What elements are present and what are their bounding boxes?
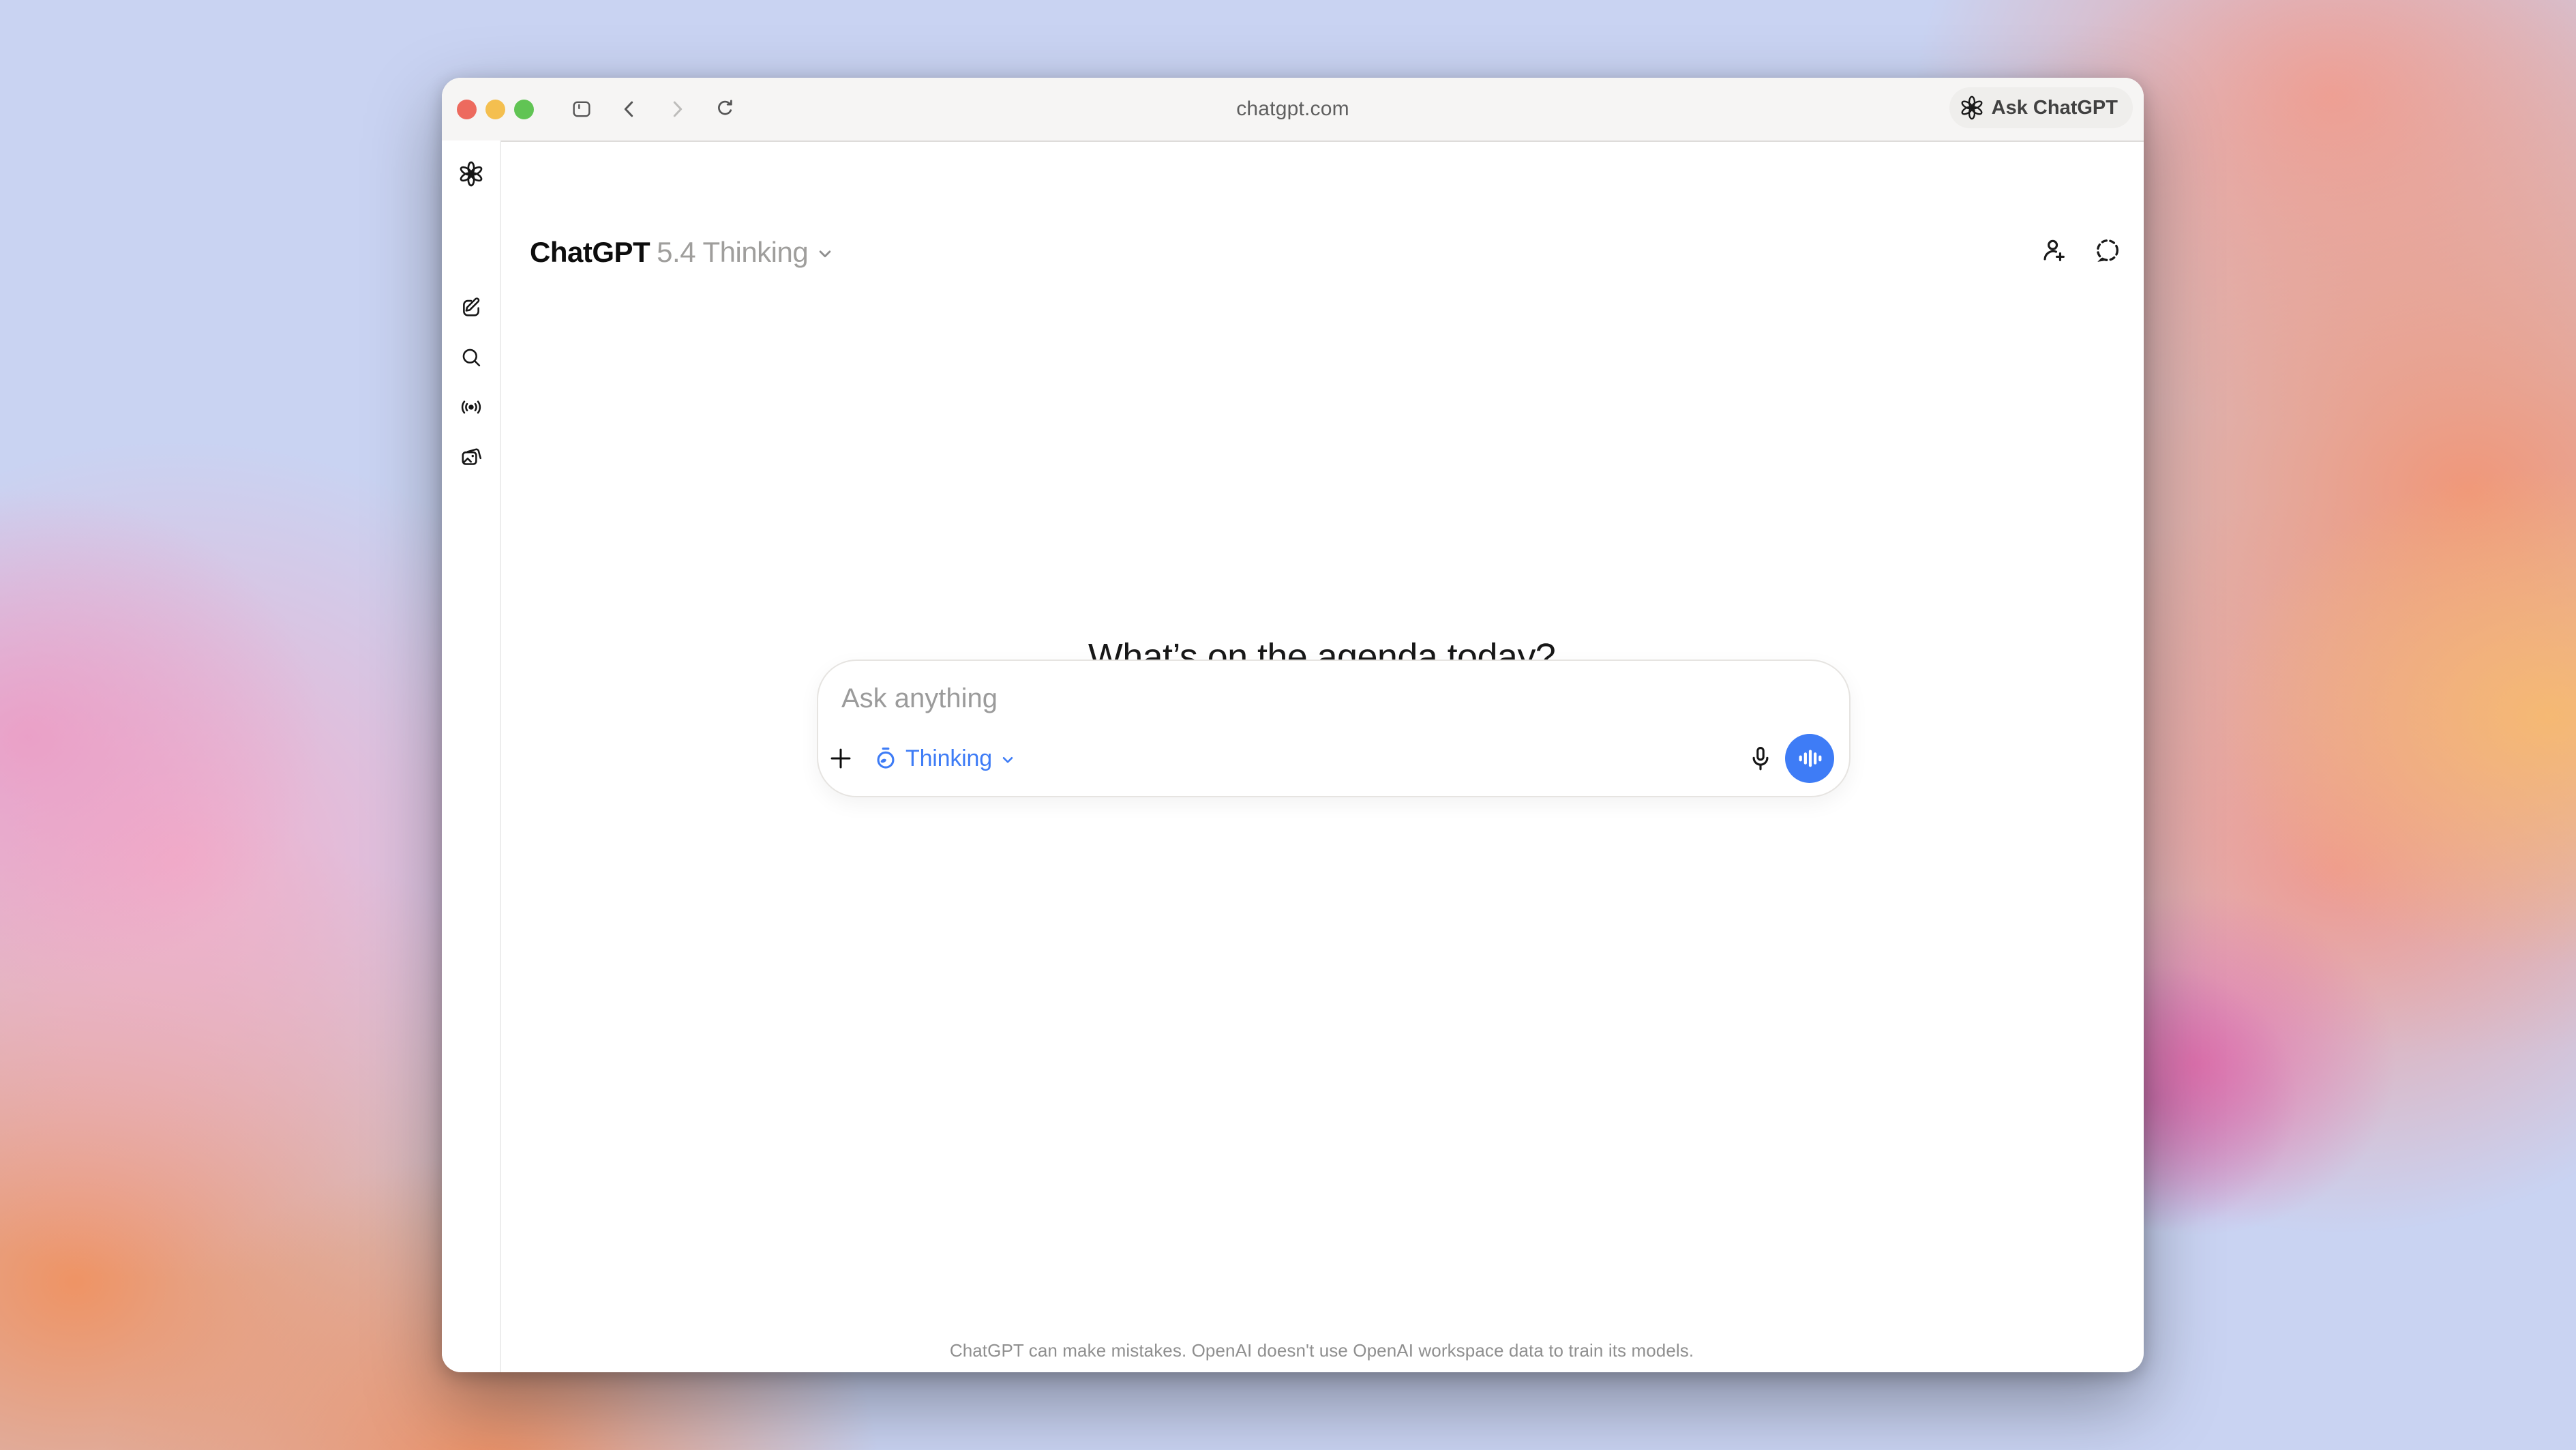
model-label: 5.4 Thinking <box>657 236 808 269</box>
openai-logo-icon <box>1959 95 1985 121</box>
stopwatch-icon <box>873 745 899 771</box>
desktop: { "browser": { "url": "chatgpt.com", "as… <box>0 0 2576 1450</box>
browser-toolbar: chatgpt.com Ask ChatGPT <box>442 78 2144 142</box>
address-bar[interactable]: chatgpt.com <box>442 78 2144 140</box>
search-icon[interactable] <box>455 342 487 373</box>
library-icon[interactable] <box>455 441 487 473</box>
add-person-icon[interactable] <box>2039 236 2068 265</box>
voice-waveform-icon <box>1795 743 1825 773</box>
plus-icon[interactable] <box>826 744 855 773</box>
prompt-input[interactable] <box>840 679 1593 718</box>
composer-controls: Thinking <box>826 732 1834 785</box>
temporary-chat-icon[interactable] <box>2093 236 2122 265</box>
sidebar <box>442 140 501 1372</box>
microphone-icon[interactable] <box>1746 743 1776 773</box>
composer: Thinking <box>817 660 1851 797</box>
chevron-down-icon <box>815 243 835 264</box>
thinking-mode-selector[interactable]: Thinking <box>873 745 1017 772</box>
voice-mode-button[interactable] <box>1785 734 1834 783</box>
model-switcher[interactable]: ChatGPT 5.4 Thinking <box>530 234 835 271</box>
app-name: ChatGPT <box>530 236 650 269</box>
voice-mode-icon[interactable] <box>455 391 487 423</box>
ask-chatgpt-label: Ask ChatGPT <box>1992 97 2118 119</box>
new-chat-icon[interactable] <box>455 292 487 323</box>
page-top-actions <box>2039 236 2122 265</box>
browser-window: chatgpt.com Ask ChatGPT <box>442 78 2144 1372</box>
url-text: chatgpt.com <box>1236 98 1349 121</box>
openai-logo-icon <box>455 158 487 190</box>
thinking-label: Thinking <box>905 745 992 772</box>
disclaimer-text: ChatGPT can make mistakes. OpenAI doesn'… <box>500 1340 2144 1361</box>
ask-chatgpt-button[interactable]: Ask ChatGPT <box>1949 87 2133 128</box>
chevron-down-icon <box>999 751 1017 769</box>
